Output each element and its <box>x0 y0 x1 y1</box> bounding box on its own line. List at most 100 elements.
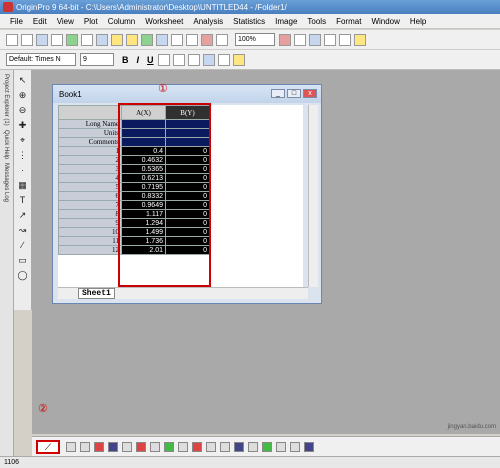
row-number[interactable]: 1 <box>58 146 122 156</box>
menu-edit[interactable]: Edit <box>33 17 47 26</box>
cell-a[interactable]: 0.4 <box>121 146 166 156</box>
cell-a[interactable]: 0.6213 <box>121 173 166 183</box>
menu-view[interactable]: View <box>57 17 74 26</box>
refresh-icon[interactable] <box>201 33 213 46</box>
box-chart-icon[interactable] <box>220 441 230 452</box>
command-window-icon[interactable] <box>324 33 336 46</box>
italic-button[interactable]: I <box>137 55 140 65</box>
quick-help-tab[interactable]: Quick Help <box>3 130 9 159</box>
menu-image[interactable]: Image <box>275 17 297 26</box>
zoom-out-icon[interactable]: ⊖ <box>17 104 29 116</box>
cell-a[interactable]: 1.294 <box>121 218 166 228</box>
statistics-plot-icon[interactable] <box>192 441 202 452</box>
mask-icon[interactable]: ▦ <box>17 179 29 191</box>
pointer-icon[interactable]: ↖ <box>17 74 29 86</box>
corner-cell[interactable] <box>58 105 122 120</box>
cell-b[interactable]: 0 <box>165 146 210 156</box>
column-header-a[interactable]: A(X) <box>121 105 166 120</box>
open-excel-icon[interactable] <box>141 33 153 46</box>
rectangle-tool-icon[interactable]: ▭ <box>17 254 29 266</box>
column-header-b[interactable]: B(Y) <box>165 105 210 120</box>
zoom-select[interactable]: 100% <box>235 33 275 46</box>
new-graph-icon[interactable] <box>36 33 48 46</box>
worksheet-grid[interactable]: A(X) B(Y) Long Name Units Comments 1 0.4 0… <box>58 105 303 287</box>
row-number[interactable]: 3 <box>58 164 122 174</box>
cell-b[interactable]: 0 <box>165 191 210 201</box>
arrow-tool-icon[interactable]: ↗ <box>17 209 29 221</box>
pie-chart-icon[interactable] <box>122 441 132 452</box>
cell-b[interactable]: 0 <box>165 236 210 246</box>
cell-a[interactable]: 1.117 <box>121 209 166 219</box>
polar-plot-icon[interactable] <box>150 441 160 452</box>
font-color-icon[interactable] <box>202 53 215 66</box>
horizontal-scrollbar[interactable]: Sheet1 <box>58 287 308 299</box>
row-number[interactable]: 7 <box>58 200 122 210</box>
row-number[interactable]: 2 <box>58 155 122 165</box>
duplicate-icon[interactable] <box>216 33 228 46</box>
menu-help[interactable]: Help <box>410 17 426 26</box>
cell-a[interactable]: 2.01 <box>121 245 166 255</box>
menu-analysis[interactable]: Analysis <box>193 17 223 26</box>
book1-titlebar[interactable]: Book1 _ □ x <box>53 85 321 103</box>
column-plot-icon[interactable] <box>94 441 104 452</box>
cell[interactable] <box>121 128 166 138</box>
row-number[interactable]: 9 <box>58 218 122 228</box>
cell-a[interactable]: 0.4632 <box>121 155 166 165</box>
menu-plot[interactable]: Plot <box>84 17 98 26</box>
row-number[interactable]: 8 <box>58 209 122 219</box>
data-selector-icon[interactable]: ⋮ <box>17 149 29 161</box>
cell[interactable] <box>121 119 166 129</box>
matrix-plot-icon[interactable] <box>304 441 314 452</box>
cell-a[interactable]: 0.9649 <box>121 200 166 210</box>
save-icon[interactable] <box>156 33 168 46</box>
print-icon[interactable] <box>186 33 198 46</box>
cell-b[interactable]: 0 <box>165 173 210 183</box>
subscript-icon[interactable] <box>157 53 170 66</box>
cell[interactable] <box>165 128 210 138</box>
contour-plot-icon[interactable] <box>164 441 174 452</box>
screen-reader-icon[interactable]: ⌖ <box>17 134 29 146</box>
close-button[interactable]: x <box>303 89 317 98</box>
code-builder-icon[interactable] <box>279 33 291 46</box>
cell[interactable] <box>121 137 166 147</box>
fill-color-icon[interactable] <box>232 53 245 66</box>
bold-button[interactable]: B <box>122 55 129 65</box>
import-icon[interactable] <box>171 33 183 46</box>
stack-plot-icon[interactable] <box>276 441 286 452</box>
row-label-long-name[interactable]: Long Name <box>58 119 122 129</box>
sheet-tab[interactable]: Sheet1 <box>78 288 115 299</box>
area-plot-icon[interactable] <box>136 441 146 452</box>
cell-b[interactable]: 0 <box>165 209 210 219</box>
menu-statistics[interactable]: Statistics <box>233 17 265 26</box>
font-size-select[interactable]: 9 <box>80 53 114 66</box>
menu-tools[interactable]: Tools <box>307 17 326 26</box>
minimize-button[interactable]: _ <box>271 89 285 98</box>
row-number[interactable]: 11 <box>58 236 122 246</box>
region-tool-icon[interactable]: ◯ <box>17 269 29 281</box>
row-label-units[interactable]: Units <box>58 128 122 138</box>
template-library-icon[interactable] <box>206 441 216 452</box>
curved-arrow-icon[interactable]: ↝ <box>17 224 29 236</box>
line-tool-icon[interactable]: ∕ <box>17 239 29 251</box>
double-y-icon[interactable] <box>290 441 300 452</box>
cell-a[interactable]: 0.7195 <box>121 182 166 192</box>
line-symbol-icon[interactable] <box>80 441 90 452</box>
cell-a[interactable]: 0.8332 <box>121 191 166 201</box>
text-tool-icon[interactable]: T <box>17 194 29 206</box>
cell[interactable] <box>165 137 210 147</box>
cell-b[interactable]: 0 <box>165 245 210 255</box>
data-reader-icon[interactable]: ✚ <box>17 119 29 131</box>
multi-panel-icon[interactable] <box>262 441 272 452</box>
menu-file[interactable]: File <box>10 17 23 26</box>
cell-a[interactable]: 0.5365 <box>121 164 166 174</box>
greek-icon[interactable] <box>187 53 200 66</box>
row-label-comments[interactable]: Comments <box>58 137 122 147</box>
superscript-icon[interactable] <box>172 53 185 66</box>
cell-b[interactable]: 0 <box>165 164 210 174</box>
row-number[interactable]: 12 <box>58 245 122 255</box>
row-number[interactable]: 4 <box>58 173 122 183</box>
new-worksheet-icon[interactable] <box>21 33 33 46</box>
book1-window[interactable]: Book1 _ □ x A(X) B(Y) Long Name Units Co… <box>52 84 322 304</box>
underline-button[interactable]: U <box>147 55 154 65</box>
cell-b[interactable]: 0 <box>165 218 210 228</box>
